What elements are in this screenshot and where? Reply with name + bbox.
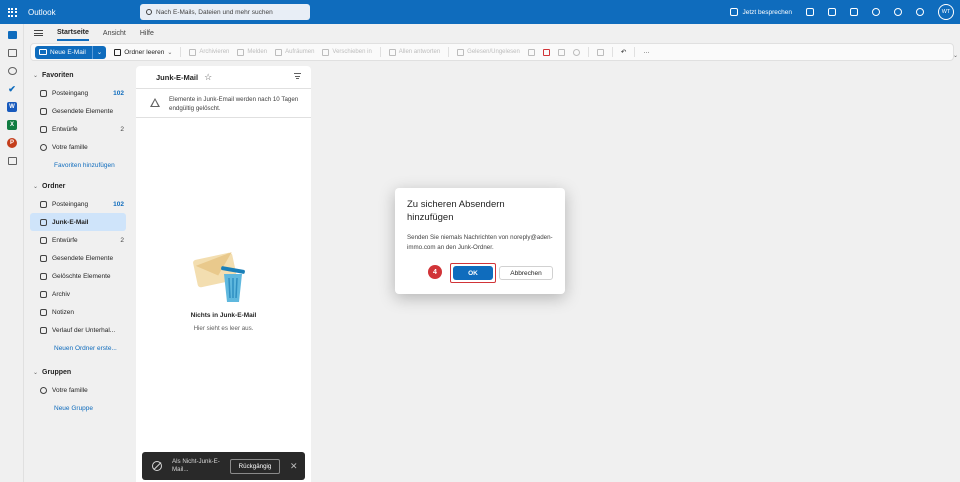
cancel-button[interactable]: Abbrechen — [499, 266, 553, 280]
modal-overlay: Zu sicheren Absendern hinzufügen Senden … — [0, 0, 960, 482]
snackbar: Als Nicht-Junk-E-Mail... Rückgängig ✕ — [142, 452, 305, 480]
step-badge: 4 — [428, 265, 442, 279]
undo-button[interactable]: Rückgängig — [230, 458, 280, 474]
snackbar-text: Als Nicht-Junk-E-Mail... — [172, 458, 220, 473]
dialog-actions: 4 OK Abbrechen — [395, 263, 565, 283]
ok-button[interactable]: OK — [453, 266, 493, 280]
close-icon[interactable]: ✕ — [290, 461, 298, 472]
dialog-title: Zu sicheren Absendern hinzufügen — [407, 199, 505, 223]
dialog-message: Senden Sie niemals Nachrichten von norep… — [407, 234, 553, 251]
safe-sender-dialog: Zu sicheren Absendern hinzufügen Senden … — [395, 188, 565, 294]
block-icon — [152, 461, 162, 471]
